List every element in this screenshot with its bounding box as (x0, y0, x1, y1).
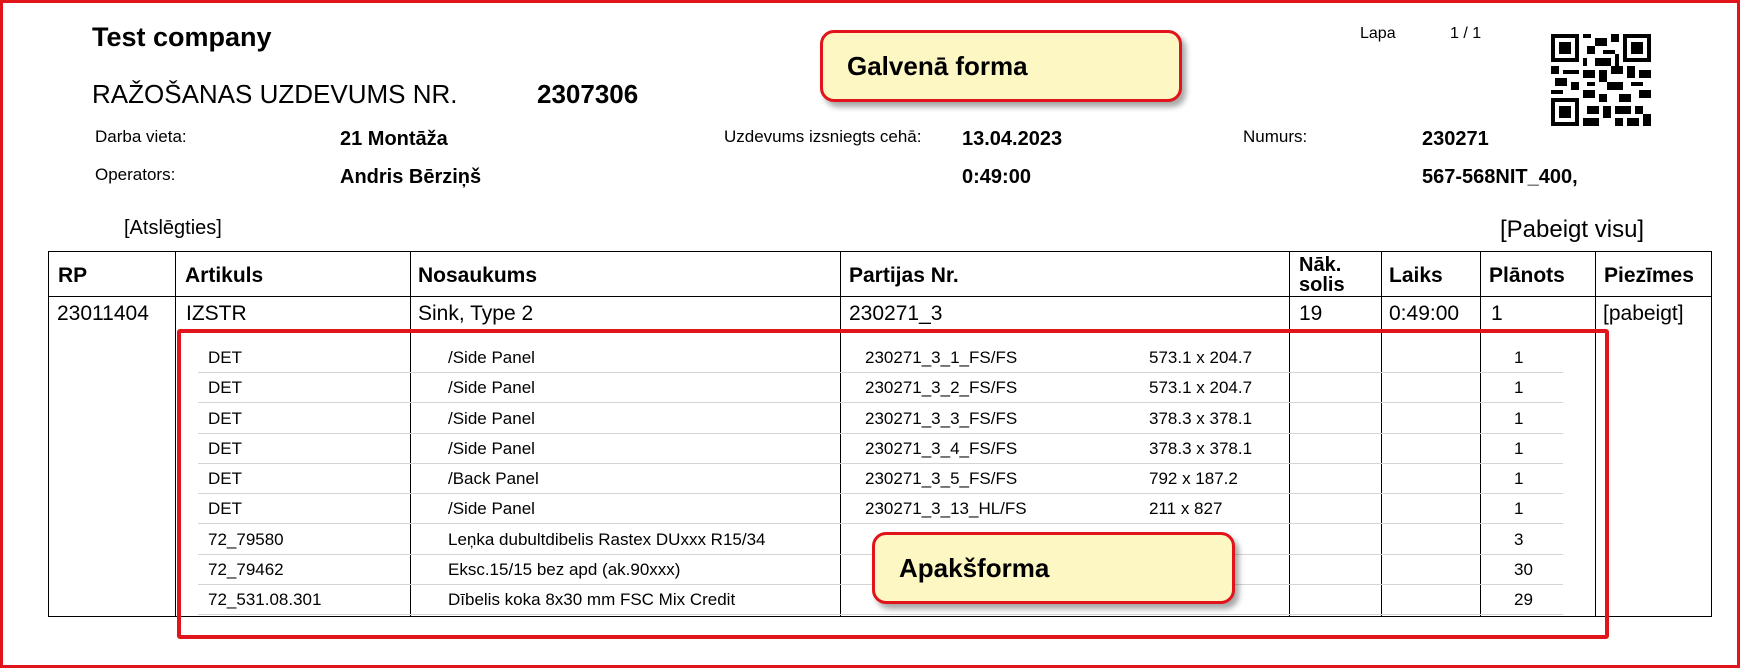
callout-main-form: Galvenā forma (820, 30, 1182, 102)
column-header-nak-solis: Nāk. solis (1299, 255, 1345, 295)
operator-value: Andris Bērziņš (340, 166, 482, 188)
document-title: RAŽOŠANAS UZDEVUMS NR. (92, 79, 458, 109)
finish-all-link[interactable]: [Pabeigt visu] (1500, 216, 1644, 244)
callout-sub-form: Apakšforma (872, 532, 1235, 604)
table-header-divider (48, 296, 1712, 297)
callout-sub-form-label: Apakšforma (899, 552, 1050, 583)
row-nosaukums: Sink, Type 2 (418, 302, 534, 325)
issued-time: 0:49:00 (962, 166, 1031, 188)
column-header-rp: RP (58, 264, 88, 287)
column-header-piezimes: Piezīmes (1604, 264, 1694, 287)
page-label: Lapa (1360, 25, 1396, 42)
row-rp: 23011404 (57, 302, 149, 325)
column-header-partijas: Partijas Nr. (849, 264, 959, 287)
callout-main-form-label: Galvenā forma (847, 50, 1028, 81)
issued-date: 13.04.2023 (962, 128, 1063, 150)
row-laiks: 0:49:00 (1389, 302, 1460, 325)
logout-link[interactable]: [Atslēgties] (124, 217, 222, 240)
column-header-laiks: Laiks (1389, 264, 1443, 287)
issued-label: Uzdevums izsniegts cehā: (724, 127, 922, 146)
row-artikuls: IZSTR (186, 302, 247, 325)
column-header-nak-solis-line2: solis (1299, 274, 1345, 296)
column-header-nosaukums: Nosaukums (418, 264, 538, 287)
page-value: 1 / 1 (1450, 25, 1482, 42)
number-label: Numurs: (1243, 127, 1308, 146)
number-value: 230271 (1422, 128, 1489, 150)
column-header-artikuls: Artikuls (185, 264, 264, 287)
company-name: Test company (92, 22, 272, 52)
column-header-nak-solis-line1: Nāk. (1299, 254, 1342, 276)
qr-code-icon (1551, 34, 1651, 126)
finish-row-link[interactable]: [pabeigt] (1603, 302, 1684, 326)
col-divider (175, 251, 176, 617)
row-nak-solis: 19 (1299, 302, 1323, 325)
workplace-value: 21 Montāža (340, 128, 448, 150)
row-planots: 1 (1491, 302, 1503, 325)
operator-label: Operators: (95, 165, 176, 184)
workplace-label: Darba vieta: (95, 127, 187, 146)
row-partijas: 230271_3 (849, 302, 943, 325)
number-value-2: 567-568NIT_400, (1422, 166, 1578, 188)
document-number: 2307306 (537, 79, 639, 109)
column-header-planots: Plānots (1489, 264, 1565, 287)
